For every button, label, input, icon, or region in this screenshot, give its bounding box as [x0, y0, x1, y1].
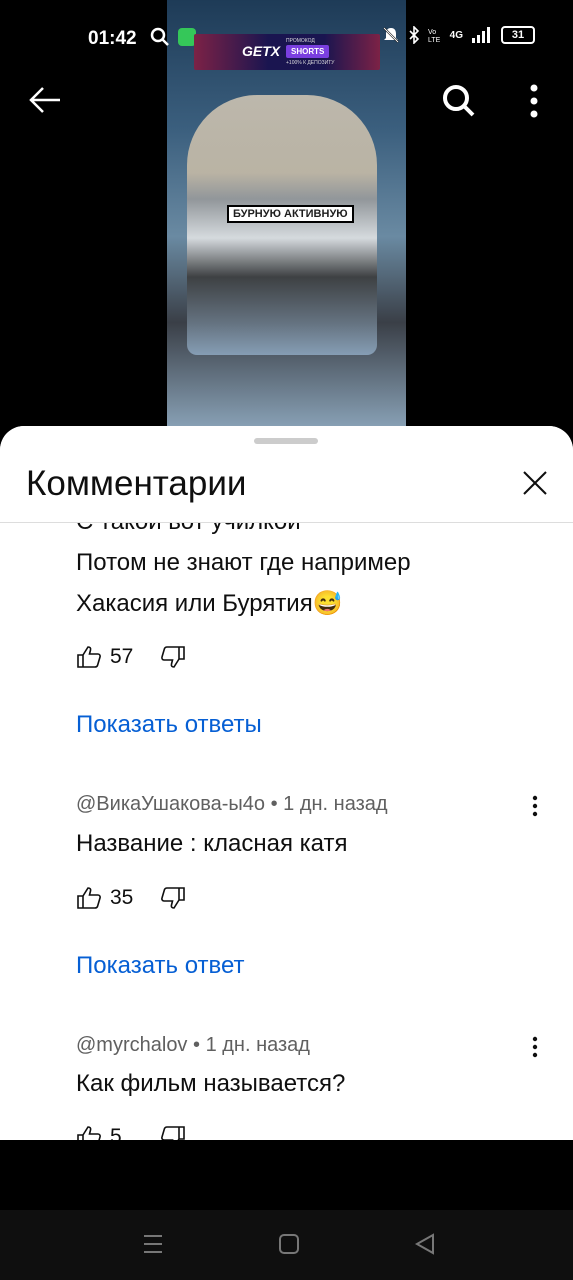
svg-text:LTE: LTE	[428, 37, 441, 44]
comments-sheet: Комментарии С такой вот училкой Потом не…	[0, 426, 573, 1140]
thumb-up-icon[interactable]	[76, 886, 102, 910]
comment-more-icon[interactable]	[525, 1035, 545, 1059]
battery-indicator: 31	[501, 26, 535, 44]
thumb-down-icon[interactable]	[160, 1125, 186, 1140]
thumb-up-icon[interactable]	[76, 645, 102, 669]
comment-author[interactable]: @ВикаУшакова-ы4о	[76, 793, 265, 815]
ad-promo: ПРОМОКОД	[286, 38, 315, 44]
ad-brand: GETX	[242, 43, 281, 59]
show-replies-button[interactable]: Показать ответы	[76, 711, 262, 739]
comment-time: 1 дн. назад	[205, 1034, 310, 1056]
like-count: 5	[110, 1125, 122, 1140]
like-count: 57	[110, 645, 134, 668]
ad-banner[interactable]: GETX ПРОМОКОД SHORTS +100% К ДЕПОЗИТУ	[194, 34, 380, 70]
close-icon[interactable]	[520, 468, 550, 498]
thumb-down-icon[interactable]	[160, 645, 186, 669]
comment-text: Название : класная катя	[76, 830, 348, 857]
video-subtitle: БУРНУЮ АКТИВНУЮ	[227, 205, 354, 223]
comment-text-line: Хакасия или Бурятия😅	[76, 590, 343, 617]
search-icon[interactable]	[440, 82, 478, 120]
comments-title: Комментарии	[26, 464, 247, 503]
comment-meta: @myrchalov • 1 дн. назад	[76, 1034, 310, 1057]
signal-icon	[472, 27, 490, 43]
ad-deposit: +100% К ДЕПОЗИТУ	[286, 60, 335, 66]
thumb-down-icon[interactable]	[160, 886, 186, 910]
thumb-up-icon[interactable]	[76, 1125, 102, 1140]
drag-handle[interactable]	[254, 438, 318, 444]
comment-text-line: С такой вот училкой	[76, 522, 301, 536]
comment-text: Как фильм называется?	[76, 1070, 346, 1097]
show-reply-button[interactable]: Показать ответ	[76, 952, 245, 980]
comment-more-icon[interactable]	[525, 794, 545, 818]
menu-icon[interactable]	[142, 1232, 164, 1256]
meta-separator: •	[270, 793, 284, 815]
comments-header: Комментарии	[0, 426, 573, 523]
volte-icon: VoLTE	[428, 29, 441, 44]
system-nav-bar	[0, 1210, 573, 1280]
mute-icon	[382, 27, 399, 43]
comments-list[interactable]: С такой вот училкой Потом не знают где н…	[0, 522, 573, 1140]
network-type: 4G	[449, 29, 463, 41]
video-frame-person	[187, 95, 377, 355]
comment-text-line: Потом не знают где например	[76, 549, 411, 576]
comment-meta: @ВикаУшакова-ы4о • 1 дн. назад	[76, 793, 388, 816]
like-count: 35	[110, 886, 134, 909]
status-bar: 01:42 GETX ПРОМОКОД SHORTS +100% К ДЕПОЗ…	[0, 0, 573, 70]
comment-time: 1 дн. назад	[283, 793, 388, 815]
comment-author[interactable]: @myrchalov	[76, 1034, 187, 1056]
ad-shorts: SHORTS	[286, 45, 330, 58]
back-arrow-icon[interactable]	[28, 84, 62, 116]
status-search-icon	[150, 27, 169, 46]
meta-separator: •	[193, 1034, 206, 1056]
status-time: 01:42	[88, 28, 137, 49]
comment-actions: 5	[76, 1122, 186, 1140]
svg-text:Vo: Vo	[428, 29, 436, 36]
more-vertical-icon[interactable]	[526, 83, 542, 119]
triangle-back-icon[interactable]	[414, 1232, 436, 1256]
status-icons: Vo LTE 4G 31	[382, 26, 535, 44]
comment-actions: 35	[76, 883, 186, 913]
bluetooth-icon	[409, 26, 419, 44]
home-square-icon[interactable]	[278, 1232, 300, 1256]
comment-actions: 57	[76, 642, 186, 672]
